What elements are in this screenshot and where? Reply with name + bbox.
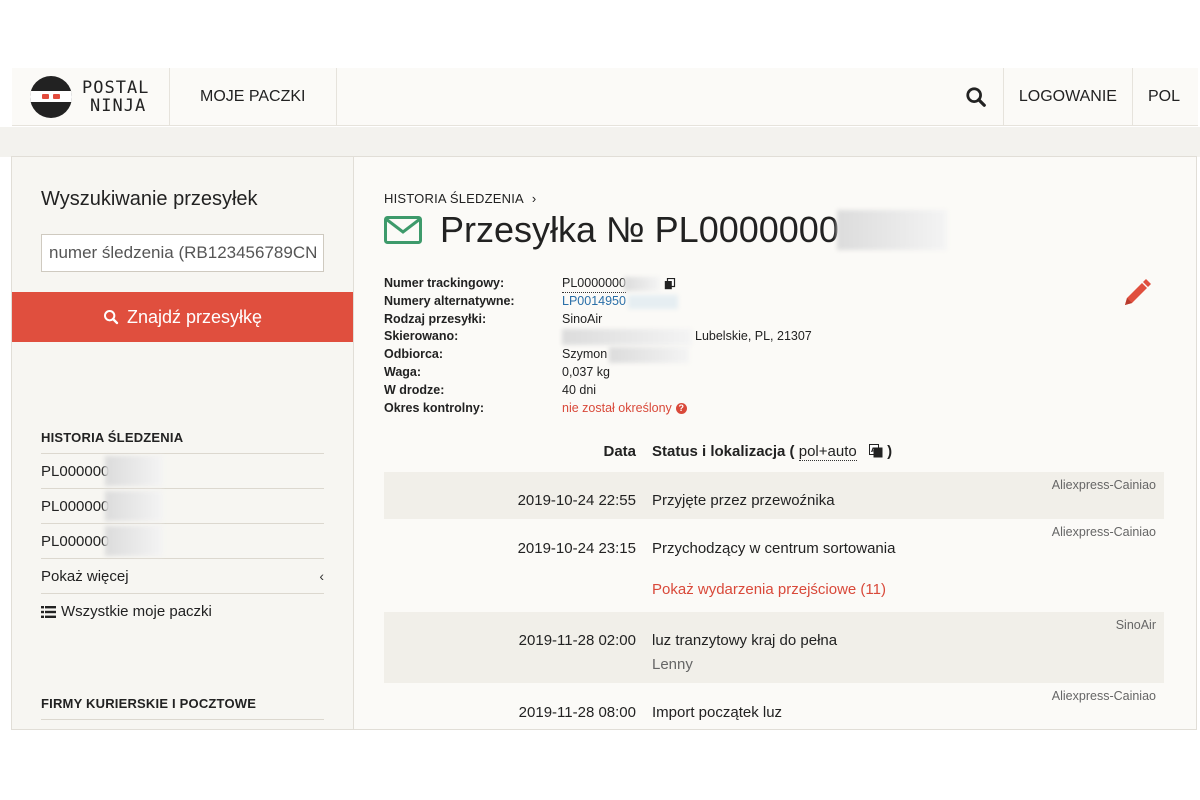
redacted-block xyxy=(623,276,660,291)
destination-label: Skierowano: xyxy=(384,329,459,344)
event-date: 2019-11-28 02:00 xyxy=(518,632,636,649)
recipient-label: Odbiorca: xyxy=(384,347,444,362)
header-band xyxy=(0,127,1200,157)
breadcrumb-history-link[interactable]: HISTORIA ŚLEDZENIA xyxy=(384,191,524,206)
search-icon[interactable] xyxy=(965,86,987,108)
event-status: Przyjęte przez przewoźnika xyxy=(652,492,835,509)
event-source: Aliexpress-Cainiao xyxy=(1051,478,1156,492)
alt-numbers-label: Numery alternatywne: xyxy=(384,293,515,308)
event-source: Aliexpress-Cainiao xyxy=(1051,525,1156,539)
all-packages-link[interactable]: Wszystkie moje paczki xyxy=(41,594,324,629)
show-intermediate-events-link[interactable]: Pokaż wydarzenia przejściowe (11) xyxy=(652,581,886,598)
weight-value: 0,037 kg xyxy=(562,364,610,379)
logo[interactable]: POSTAL NINJA xyxy=(12,68,170,125)
destination-value: Lubelskie, PL, 21307 xyxy=(562,328,812,346)
search-icon xyxy=(103,310,119,325)
event-date: 2019-10-24 23:15 xyxy=(517,540,636,557)
redacted-block xyxy=(836,210,947,250)
translation-language-toggle[interactable]: pol+auto xyxy=(798,443,857,461)
envelope-icon xyxy=(384,216,422,244)
package-details: Numer trackingowy: PL0000000 Numery alte… xyxy=(384,275,812,417)
history-item[interactable]: PL000000 xyxy=(41,454,324,489)
date-column-header: Data xyxy=(603,443,636,460)
show-more-history[interactable]: Pokaż więcej ‹ xyxy=(41,559,324,594)
tracking-number-label: Numer trackingowy: xyxy=(384,276,505,290)
control-period-label: Okres kontrolny: xyxy=(384,400,485,415)
redacted-block xyxy=(105,491,164,521)
page-title-row: Przesyłka № PL0000000 xyxy=(384,209,947,251)
package-type-label: Rodzaj przesyłki: xyxy=(384,311,487,326)
status-column-header: Status i lokalizacja ( pol+auto A ) xyxy=(652,443,893,461)
event-status: luz tranzytowy kraj do pełna xyxy=(652,632,838,649)
events-list: Aliexpress-Cainiao 2019-10-24 22:55 Przy… xyxy=(384,472,1164,729)
event-date: 2019-10-24 22:55 xyxy=(517,492,636,509)
tracking-number-value: PL0000000 xyxy=(562,275,676,294)
tracking-history-heading: HISTORIA ŚLEDZENIA xyxy=(41,430,324,454)
history-item[interactable]: PL000000 xyxy=(41,489,324,524)
event-row: SinoAir 2019-11-28 02:00 luz tranzytowy … xyxy=(384,612,1164,683)
translate-icon[interactable]: A xyxy=(868,444,883,458)
redacted-block xyxy=(609,347,690,364)
weight-label: Waga: xyxy=(384,364,422,379)
redacted-block xyxy=(105,456,164,486)
alt-number-link[interactable]: LP0014950 xyxy=(562,293,678,311)
sidebar: Wyszukiwanie przesyłek Znajdź przesyłkę … xyxy=(11,156,354,730)
event-source: SinoAir xyxy=(1115,618,1156,632)
in-transit-value: 40 dni xyxy=(562,382,597,397)
redacted-block xyxy=(562,329,692,346)
page-title: Przesyłka № PL0000000 xyxy=(440,209,839,250)
list-icon xyxy=(41,605,56,618)
copy-icon[interactable] xyxy=(664,277,676,290)
page: POSTAL NINJA MOJE PACZKI LOGOWANIE POL W… xyxy=(0,0,1200,800)
redacted-block xyxy=(627,294,678,309)
logo-text: POSTAL NINJA xyxy=(82,77,150,116)
event-source: Aliexpress-Cainiao xyxy=(1051,689,1156,703)
tracking-history-section: HISTORIA ŚLEDZENIA PL000000 PL000000 PL0… xyxy=(41,430,324,629)
ninja-logo-icon xyxy=(30,75,72,118)
couriers-section: FIRMY KURIERSKIE I POCZTOWE xyxy=(41,696,324,720)
chevron-left-icon: ‹ xyxy=(319,568,324,584)
history-item[interactable]: PL000000 xyxy=(41,524,324,559)
language-selector[interactable]: POL xyxy=(1133,68,1198,125)
find-package-label: Znajdź przesyłkę xyxy=(126,306,263,327)
login-link[interactable]: LOGOWANIE xyxy=(1004,68,1133,125)
event-location: Lenny xyxy=(652,656,693,673)
question-icon[interactable]: ? xyxy=(675,403,687,414)
main-panel: HISTORIA ŚLEDZENIA › Przesyłka № PL000000… xyxy=(354,156,1197,730)
event-row: Aliexpress-Cainiao 2019-10-24 23:15 Przy… xyxy=(384,519,1164,612)
event-date: 2019-11-28 08:00 xyxy=(518,704,636,721)
control-period-value[interactable]: nie został określony ? xyxy=(562,400,687,418)
top-navbar: POSTAL NINJA MOJE PACZKI LOGOWANIE POL xyxy=(12,68,1198,126)
event-row: Aliexpress-Cainiao 2019-10-24 22:55 Przy… xyxy=(384,472,1164,519)
event-status: Import początek luz xyxy=(652,704,783,721)
find-package-button[interactable]: Znajdź przesyłkę xyxy=(12,292,353,342)
sidebar-title: Wyszukiwanie przesyłek xyxy=(41,188,258,210)
breadcrumb: HISTORIA ŚLEDZENIA › xyxy=(384,191,536,206)
breadcrumb-separator: › xyxy=(531,191,537,206)
svg-text:A: A xyxy=(871,447,876,454)
tracking-search-input[interactable] xyxy=(41,234,324,272)
couriers-heading: FIRMY KURIERSKIE I POCZTOWE xyxy=(41,696,324,720)
redacted-block xyxy=(105,526,164,556)
recipient-value: Szymon xyxy=(562,346,690,364)
pencil-icon[interactable] xyxy=(1122,278,1152,308)
nav-my-packages[interactable]: MOJE PACZKI xyxy=(170,68,337,125)
header-spacer xyxy=(337,68,1004,125)
event-status: Przychodzący w centrum sortowania xyxy=(652,540,896,557)
event-row: Aliexpress-Cainiao 2019-11-28 08:00 Impo… xyxy=(384,683,1164,729)
in-transit-label: W drodze: xyxy=(384,382,445,397)
package-type-value: SinoAir xyxy=(562,311,603,326)
